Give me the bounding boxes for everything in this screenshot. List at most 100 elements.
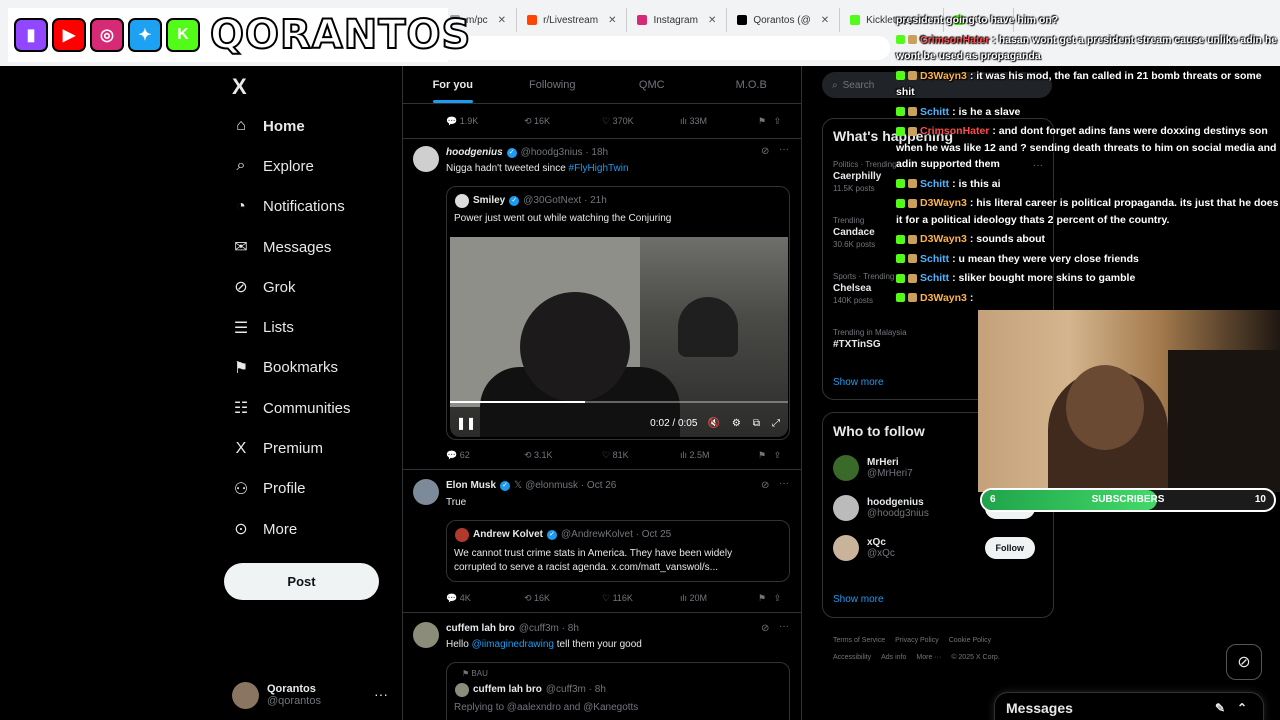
like-button[interactable]: ♡ 81K (602, 450, 680, 461)
compose-icon[interactable]: ✎ (1215, 701, 1225, 715)
chevron-up-icon[interactable]: ⌃ (1237, 701, 1247, 715)
grok-icon[interactable]: ⊘ (761, 623, 769, 634)
bookmark-icon[interactable]: ⚑ (758, 116, 766, 127)
avatar[interactable] (413, 146, 439, 172)
tweet-actions: 💬 4K ⟲ 16K ♡ 116K ılı 20M ⚑ ⇪ (446, 591, 791, 605)
nav-item-lists[interactable]: ☰ Lists (228, 307, 408, 347)
share-icon[interactable]: ⇪ (774, 116, 782, 127)
nav-item-profile[interactable]: ⚇ Profile (228, 469, 408, 509)
mention-link[interactable]: @iimaginedrawing (472, 639, 554, 650)
author-handle[interactable]: @elonmusk · Oct 26 (525, 480, 616, 491)
views-button[interactable]: ılı 20M (680, 593, 758, 603)
tab-for-you[interactable]: For you (403, 66, 503, 103)
video-progress-fill (450, 401, 586, 403)
kick-badge-icon (896, 179, 905, 189)
follow-suggestion[interactable]: xQc @xQc Follow (833, 528, 1045, 568)
bookmark-icon[interactable]: ⚑ (758, 450, 766, 461)
subscriber-goal-bar: 6 SUBSCRIBERS 10 (980, 488, 1276, 512)
repost-button[interactable]: ⟲ 3.1K (524, 450, 602, 461)
reply-button[interactable]: 💬 4K (446, 593, 524, 604)
avatar[interactable] (413, 622, 439, 648)
footer-link[interactable]: Terms of Service (833, 637, 885, 644)
repost-button[interactable]: ⟲ 16K (524, 116, 602, 127)
suggestion-name: hoodgenius (867, 497, 924, 508)
search-icon: ⌕ (832, 79, 838, 91)
grok-icon[interactable]: ⊘ (761, 146, 769, 157)
footer-link[interactable]: Privacy Policy (895, 637, 939, 644)
pause-icon[interactable]: ❚❚ (456, 416, 476, 430)
browser-tab[interactable]: Qorantos (@ ✕ (727, 8, 841, 32)
author-name[interactable]: Elon Musk (446, 480, 496, 491)
nav-item-explore[interactable]: ⌕ Explore (228, 146, 408, 186)
x-logo-icon[interactable]: X (232, 74, 247, 100)
chat-username: Schitt (920, 252, 950, 265)
footer-link[interactable]: Ads info (881, 654, 906, 661)
account-switcher[interactable]: Qorantos @qorantos ··· (232, 680, 392, 710)
video-frame (678, 297, 738, 357)
views-button[interactable]: ılı 2.5M (680, 450, 758, 460)
chat-message: D3Wayn3 : his literal career is politica… (896, 195, 1280, 228)
bookmark-icon[interactable]: ⚑ (758, 593, 766, 604)
video-player[interactable] (450, 237, 788, 437)
show-more-link[interactable]: Show more (833, 594, 884, 605)
nav-item-notifications[interactable]: ◔ Notifications (228, 187, 408, 227)
reply-button[interactable]: 💬 1.9K (446, 116, 524, 127)
fullscreen-icon[interactable]: ⤢ (772, 418, 780, 429)
tweet-text-body: tell them your good (554, 639, 642, 650)
messages-drawer[interactable]: Messages ✎ ⌃ (994, 692, 1264, 720)
browser-tab[interactable]: Instagram ✕ (627, 8, 728, 32)
nav-item-messages[interactable]: ✉ Messages (228, 227, 408, 267)
author-name[interactable]: hoodgenius (446, 147, 503, 158)
close-icon[interactable]: ✕ (821, 15, 829, 26)
browser-tab[interactable]: r/Livestream ✕ (517, 8, 628, 32)
suggestion-name: MrHeri (867, 457, 899, 468)
grok-icon[interactable]: ⊘ (761, 480, 769, 491)
close-icon[interactable]: ✕ (708, 15, 716, 26)
footer-link[interactable]: Accessibility (833, 654, 871, 661)
address-bar[interactable] (440, 36, 890, 60)
avatar[interactable] (413, 479, 439, 505)
tab-favicon-icon (737, 15, 748, 25)
kick-badge-icon (896, 198, 905, 208)
author-handle[interactable]: @cuff3m · 8h (519, 623, 579, 634)
footer-link[interactable]: © 2025 X Corp. (951, 654, 999, 661)
grok-icon[interactable]: ⊘ (1226, 644, 1262, 680)
more-dots-icon[interactable]: ··· (779, 144, 789, 155)
repost-button[interactable]: ⟲ 16K (524, 593, 602, 604)
video-time: 0:02 / 0:05 (650, 417, 698, 429)
pip-icon[interactable]: ⧉ (753, 418, 760, 429)
tab-m-o-b[interactable]: M.O.B (702, 66, 802, 103)
footer-link[interactable]: Cookie Policy (949, 637, 991, 644)
more-dots-icon[interactable]: ··· (779, 621, 789, 632)
nav-item-bookmarks[interactable]: ⚑ Bookmarks (228, 348, 408, 388)
tab-following[interactable]: Following (503, 66, 603, 103)
user-badge-icon (908, 35, 917, 45)
show-more-link[interactable]: Show more (833, 377, 884, 388)
nav-item-premium[interactable]: X Premium (228, 428, 408, 468)
follow-button[interactable]: Follow (984, 537, 1035, 559)
nav-item-home[interactable]: ⌂ Home (228, 106, 408, 146)
more-dots-icon[interactable]: ··· (374, 686, 388, 702)
nav-item-grok[interactable]: ⊘ Grok (228, 267, 408, 307)
tab-qmc[interactable]: QMC (602, 66, 702, 103)
more-dots-icon[interactable]: ··· (779, 478, 789, 489)
people-icon: ☷ (233, 400, 249, 418)
author-handle[interactable]: @hoodg3nius · 18h (521, 147, 608, 158)
share-icon[interactable]: ⇪ (774, 593, 782, 604)
post-button[interactable]: Post (224, 563, 379, 600)
mute-icon[interactable]: 🔇 (707, 418, 719, 429)
views-button[interactable]: ılı 33M (680, 116, 758, 126)
nav-item-communities[interactable]: ☷ Communities (228, 388, 408, 428)
video-progress[interactable] (450, 401, 788, 403)
reply-button[interactable]: 💬 62 (446, 450, 524, 461)
close-icon[interactable]: ✕ (608, 15, 616, 26)
settings-icon[interactable]: ⚙ (732, 418, 741, 429)
share-icon[interactable]: ⇪ (774, 450, 782, 461)
hashtag-link[interactable]: #FlyHighTwin (569, 163, 629, 174)
footer-link[interactable]: More ··· (916, 654, 941, 661)
author-name[interactable]: cuffem lah bro (446, 623, 515, 634)
nav-item-more[interactable]: ⊙ More (228, 509, 408, 549)
close-icon[interactable]: ✕ (498, 15, 506, 26)
like-button[interactable]: ♡ 370K (602, 116, 680, 127)
like-button[interactable]: ♡ 116K (602, 593, 680, 604)
